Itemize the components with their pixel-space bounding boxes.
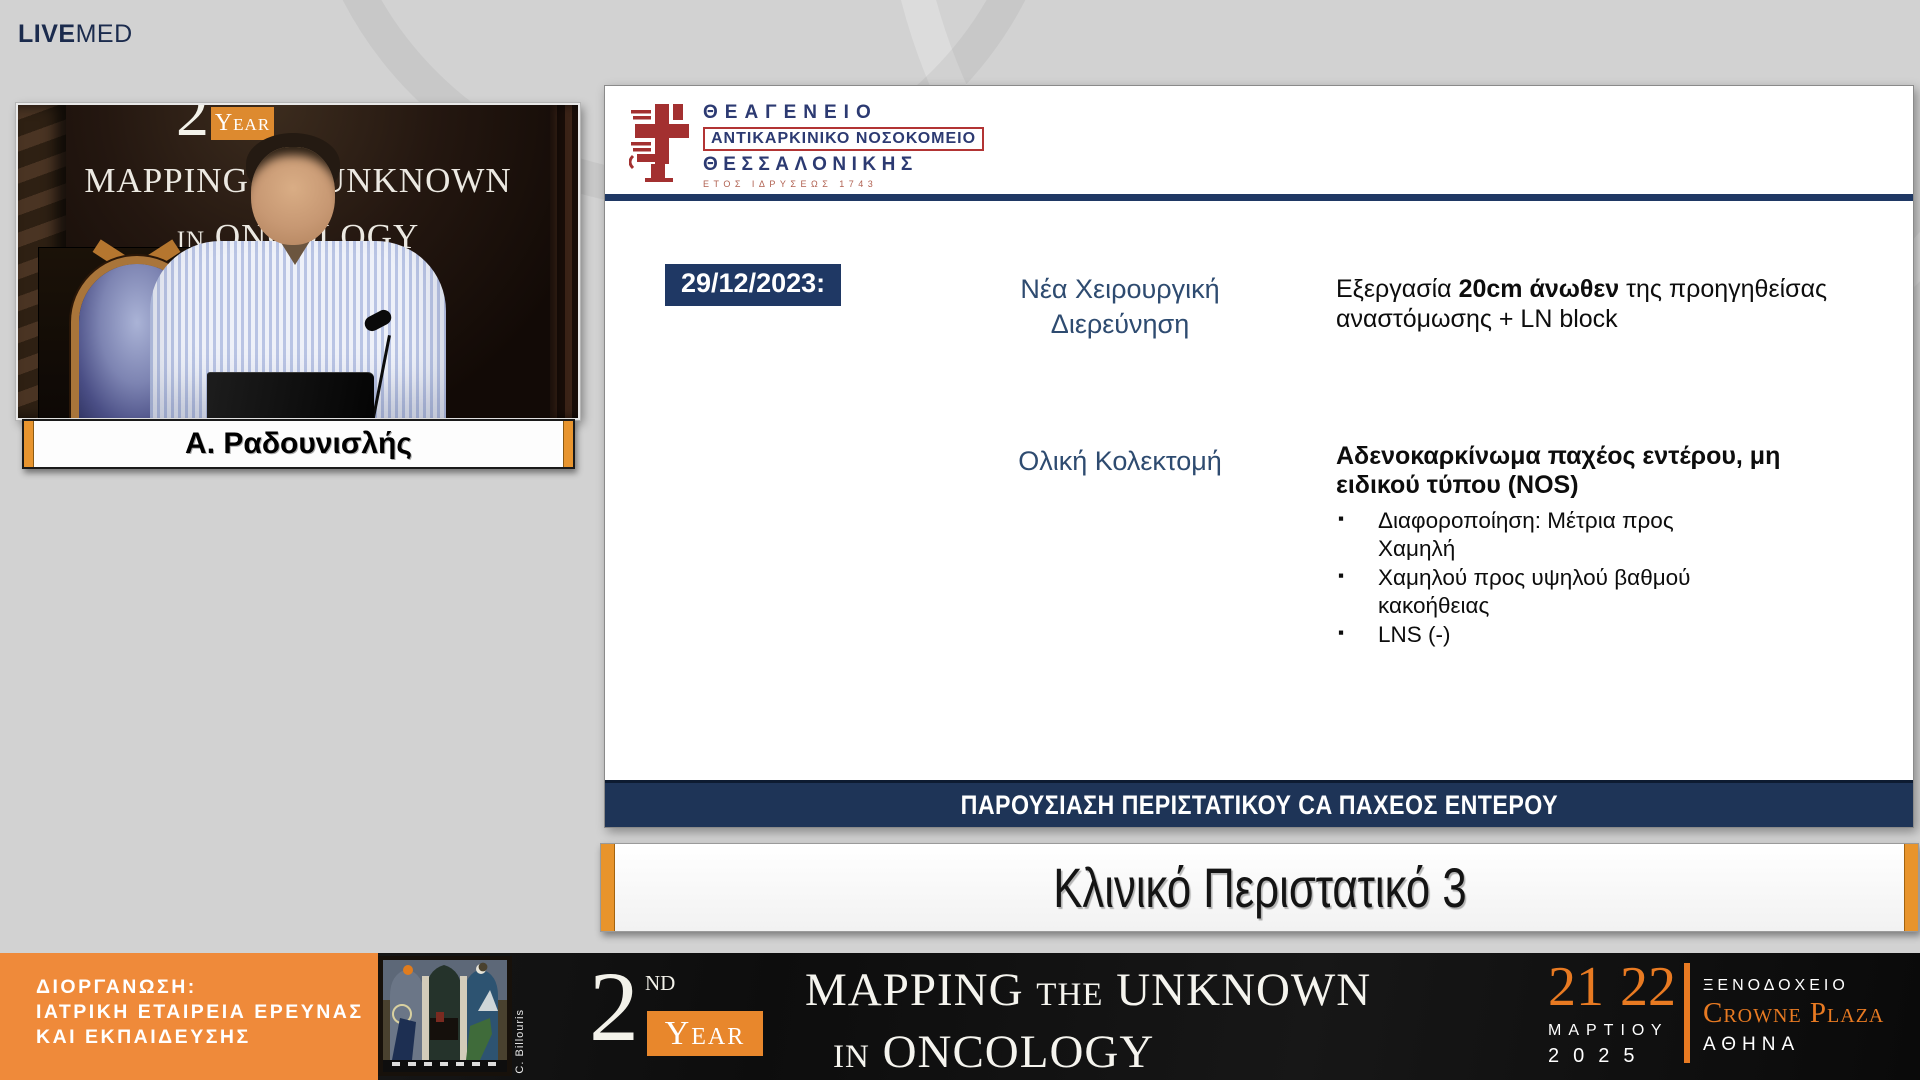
procedure-row1-line2: Διερεύνηση	[980, 307, 1260, 342]
conference-footer: ΔΙΟΡΓΑΝΩΣΗ: ΙΑΤΡΙΚΗ ΕΤΑΙΡΕΙΑ ΕΡΕΥΝΑΣ ΚΑΙ…	[0, 953, 1920, 1080]
title-word-unknown: UNKNOWN	[1116, 964, 1371, 1016]
hospital-name: ΘΕΑΓΕΝΕΙΟ	[703, 102, 984, 124]
slide-caption-bar: Κλινικό Περιστατικό 3	[600, 843, 1919, 932]
event-year: 2025	[1548, 1045, 1668, 1068]
painting-credit: C. Billouris	[514, 1009, 526, 1074]
stage-curtain	[550, 105, 578, 418]
conference-title: MAPPING THE UNKNOWN IN ONCOLOGY	[805, 963, 1371, 1079]
title-word-in: IN	[833, 1039, 870, 1075]
second-year-badge: 2 ND Year	[589, 961, 779, 1073]
diagnosis-bullet: Χαμηλού προς υψηλού βαθμού κακοήθειας	[1336, 564, 1756, 620]
event-month: ΜΑΡΤΙΟΥ	[1548, 1022, 1668, 1040]
livemed-logo: LIVEMED	[18, 20, 133, 49]
badge-ordinal: ND	[645, 971, 675, 996]
organizer-label: ΔΙΟΡΓΑΝΩΣΗ:	[36, 975, 378, 1000]
event-day1: 21	[1548, 959, 1604, 1015]
conference-title-line2: IN ONCOLOGY	[833, 1025, 1371, 1079]
procedure-row1-line1: Νέα Χειρουργική	[980, 272, 1260, 307]
venue-name: Crowne Plaza	[1703, 997, 1884, 1030]
backdrop-year-badge: Year	[211, 107, 274, 140]
hospital-type: ΑΝΤΙΚΑΡΚΙΝΙΚΟ ΝΟΣΟΚΟΜΕΙΟ	[703, 127, 984, 151]
organizer-block: ΔΙΟΡΓΑΝΩΣΗ: ΙΑΤΡΙΚΗ ΕΤΑΙΡΕΙΑ ΕΡΕΥΝΑΣ ΚΑΙ…	[0, 953, 378, 1080]
organizer-line1: ΙΑΤΡΙΚΗ ΕΤΑΙΡΕΙΑ ΕΡΕΥΝΑΣ	[36, 1000, 378, 1025]
event-divider-line	[1684, 963, 1690, 1063]
livemed-logo-med: MED	[76, 20, 133, 48]
event-dates: 21 22 ΜΑΡΤΙΟΥ 2025	[1548, 959, 1668, 1068]
slide-header-divider	[605, 194, 1913, 201]
webcast-page: LIVEMED 2 Year MAPPING THE UNKNOWN IN ON…	[0, 0, 1920, 1080]
result-row1-pre: Εξεργασία	[1336, 275, 1459, 303]
speaker-name: Α. Ραδουνισλής	[185, 427, 412, 461]
procedure-row2: Ολική Κολεκτομή	[980, 444, 1260, 479]
title-word-oncology: ONCOLOGY	[883, 1026, 1155, 1078]
event-day2: 22	[1620, 959, 1676, 1015]
livemed-logo-live: LIVE	[18, 20, 76, 48]
organizer-line2: ΚΑΙ ΕΚΠΑΙΔΕΥΣΗΣ	[36, 1025, 378, 1050]
speaker-face	[251, 147, 335, 245]
speaker-laptop	[207, 372, 374, 419]
procedure-row1: Νέα Χειρουργική Διερεύνηση	[980, 272, 1260, 342]
title-word-the: THE	[1036, 977, 1103, 1013]
diagnosis-bullet: Διαφοροποίηση: Μέτρια προς Χαμηλή	[1336, 507, 1756, 563]
title-word-mapping: MAPPING	[805, 964, 1024, 1016]
slide-caption-text: Κλινικό Περιστατικό 3	[1053, 855, 1466, 920]
slide-footer-title: ΠΑΡΟΥΣΙΑΣΗ ΠΕΡΙΣΤΑΤΙΚΟΥ CA ΠΑΧΕΟΣ ΕΝΤΕΡΟ…	[960, 790, 1557, 821]
painting-artwork	[378, 956, 512, 1076]
slide-footer-bar: ΠΑΡΟΥΣΙΑΣΗ ΠΕΡΙΣΤΑΤΙΚΟΥ CA ΠΑΧΕΟΣ ΕΝΤΕΡΟ…	[605, 780, 1913, 827]
event-days: 21 22	[1548, 959, 1668, 1015]
badge-numeral: 2	[589, 961, 639, 1053]
result-row1-bold: 20cm άνωθεν	[1459, 275, 1620, 303]
backdrop-word-mapping: MAPPING	[84, 161, 249, 200]
diagnosis-bullet-list: Διαφοροποίηση: Μέτρια προς Χαμηλή Χαμηλο…	[1336, 507, 1756, 649]
venue-city: ΑΘΗΝΑ	[1703, 1034, 1884, 1056]
backdrop-2nd-year-numeral: 2	[176, 103, 209, 147]
hospital-logo: ΘΕΑΓΕΝΕΙΟ ΑΝΤΙΚΑΡΚΙΝΙΚΟ ΝΟΣΟΚΟΜΕΙΟ ΘΕΣΣΑ…	[629, 102, 984, 189]
date-badge: 29/12/2023:	[665, 264, 841, 306]
hospital-logo-text: ΘΕΑΓΕΝΕΙΟ ΑΝΤΙΚΑΡΚΙΝΙΚΟ ΝΟΣΟΚΟΜΕΙΟ ΘΕΣΣΑ…	[703, 102, 984, 189]
hospital-cross-icon	[629, 102, 693, 184]
conference-title-line1: MAPPING THE UNKNOWN	[805, 963, 1371, 1017]
speaker-video-panel: 2 Year MAPPING THE UNKNOWN IN ONCOLOGY	[16, 103, 580, 420]
hospital-founded: ΕΤΟΣ ΙΔΡΥΣΕΩΣ 1743	[703, 179, 984, 189]
conference-painting	[378, 956, 512, 1076]
diagnosis-bullet: LNS (-)	[1336, 621, 1756, 649]
backdrop-word-unknown: UNKNOWN	[320, 161, 512, 200]
result-row2: Αδενοκαρκίνωμα παχέος εντέρου, μη ειδικο…	[1336, 442, 1816, 650]
presentation-slide: ΘΕΑΓΕΝΕΙΟ ΑΝΤΙΚΑΡΚΙΝΙΚΟ ΝΟΣΟΚΟΜΕΙΟ ΘΕΣΣΑ…	[604, 85, 1914, 828]
diagnosis-heading: Αδενοκαρκίνωμα παχέος εντέρου, μη ειδικο…	[1336, 442, 1816, 500]
speaker-nameplate: Α. Ραδουνισλής	[22, 419, 575, 469]
event-venue: ΞΕΝΟΔΟΧΕΙΟ Crowne Plaza ΑΘΗΝΑ	[1703, 977, 1884, 1056]
hospital-city: ΘΕΣΣΑΛΟΝΙΚΗΣ	[703, 154, 984, 176]
result-row1: Εξεργασία 20cm άνωθεν της προηγηθείσας α…	[1336, 274, 1848, 334]
badge-year-box: Year	[647, 1011, 763, 1056]
venue-label: ΞΕΝΟΔΟΧΕΙΟ	[1703, 977, 1884, 995]
